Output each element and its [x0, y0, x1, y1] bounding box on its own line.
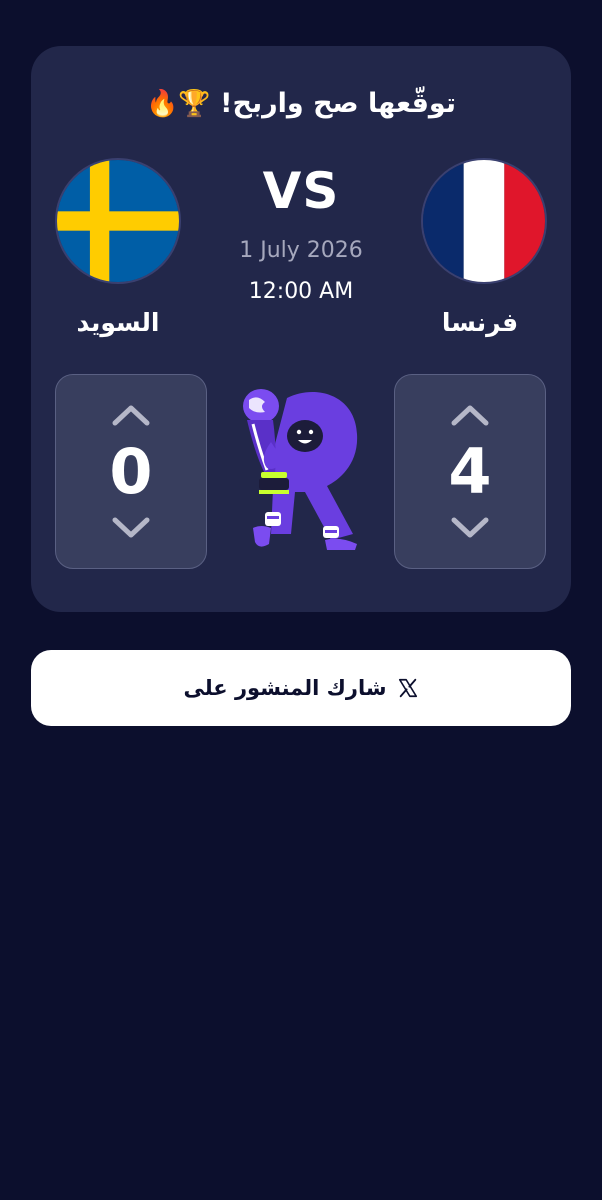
decrement-score-sweden-button[interactable] [56, 506, 206, 550]
trophy-fire-emoji-icon: 🏆🔥 [146, 89, 211, 119]
score-value-france: 4 [448, 435, 492, 508]
france-flag-icon [421, 158, 547, 284]
vs-label: VS [262, 162, 340, 220]
increment-score-france-button[interactable] [395, 393, 545, 437]
chevron-down-icon [451, 517, 489, 538]
share-button-label: شارك المنشور على [183, 676, 387, 700]
card-title: توقّعها صح واربح! 🏆🔥 [0, 88, 602, 119]
score-stepper-france: 4 [394, 374, 546, 569]
score-value-sweden: 0 [109, 435, 153, 508]
mascot-with-trophy-illustration [235, 384, 367, 558]
team-name-sweden: السويد [76, 308, 160, 337]
share-on-x-button[interactable]: شارك المنشور على [31, 650, 571, 726]
match-time: 12:00 AM [248, 279, 354, 304]
match-date: 1 July 2026 [239, 238, 363, 263]
sweden-flag-icon [55, 158, 181, 284]
score-stepper-sweden: 0 [55, 374, 207, 569]
chevron-up-icon [112, 405, 150, 426]
chevron-down-icon [112, 517, 150, 538]
chevron-up-icon [451, 405, 489, 426]
x-logo-icon [398, 678, 417, 698]
increment-score-sweden-button[interactable] [56, 393, 206, 437]
title-text: توقّعها صح واربح! [220, 88, 456, 119]
team-name-france: فرنسا [441, 308, 519, 337]
decrement-score-france-button[interactable] [395, 506, 545, 550]
